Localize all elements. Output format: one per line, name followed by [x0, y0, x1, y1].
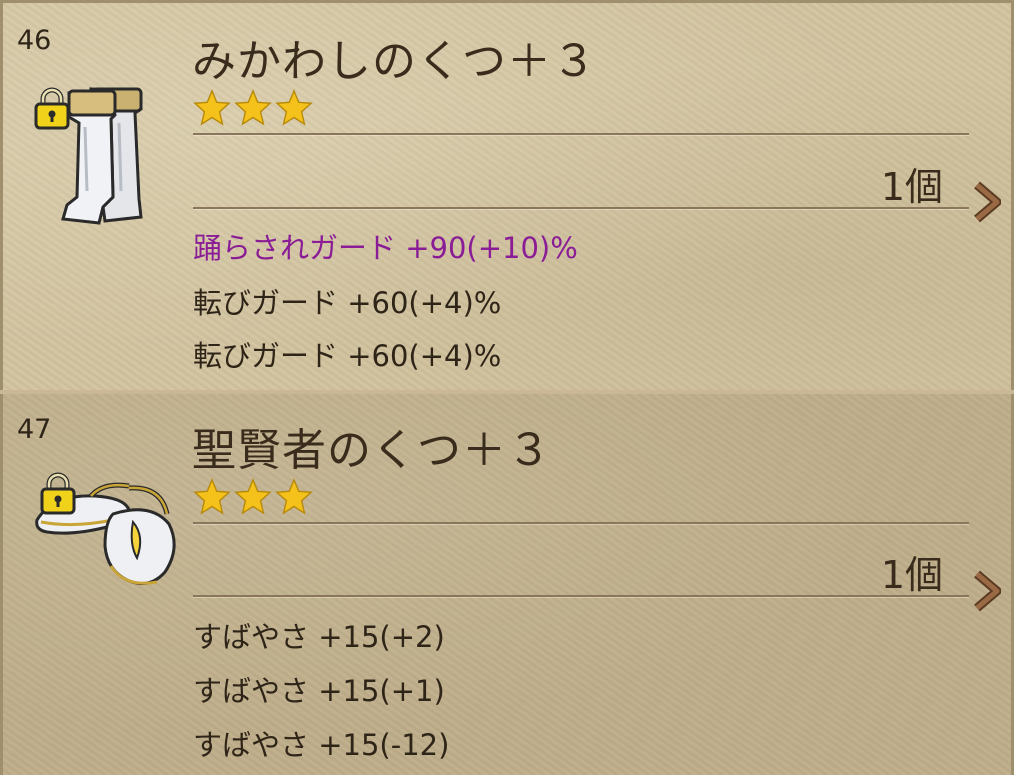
item-stat: 転びガード +60(+4)% [193, 339, 502, 373]
star-icon [275, 89, 313, 126]
star-icon [193, 478, 231, 515]
item-name: みかわしのくつ＋３ [192, 36, 597, 87]
item-stat: 転びガード +60(+4)% [193, 286, 502, 320]
item-quantity: 1個 [880, 165, 943, 209]
item-quantity: 1個 [880, 553, 943, 597]
divider [193, 133, 969, 135]
chevron-right-icon[interactable] [971, 570, 1001, 612]
list-item[interactable]: 46 みかわしのくつ＋３ 1個 踊らされガード +90(+10)% 転びガード … [0, 0, 1014, 390]
star-icon [275, 478, 313, 515]
chevron-right-icon[interactable] [971, 181, 1001, 223]
lock-icon [40, 472, 76, 515]
star-rating [193, 89, 313, 129]
item-icon [33, 79, 153, 229]
item-stat: 踊らされガード +90(+10)% [193, 231, 578, 265]
lock-icon [34, 87, 70, 130]
star-icon [234, 478, 272, 515]
item-list: 46 みかわしのくつ＋３ 1個 踊らされガード +90(+10)% 転びガード … [0, 0, 1014, 775]
item-name: 聖賢者のくつ＋３ [192, 425, 552, 476]
item-icon [33, 466, 183, 596]
divider [193, 522, 969, 524]
divider [193, 595, 969, 597]
item-stat: すばやさ +15(-12) [193, 728, 450, 762]
star-icon [234, 89, 272, 126]
star-icon [193, 89, 231, 126]
item-number: 46 [17, 25, 52, 56]
divider [193, 207, 969, 209]
star-rating [193, 478, 313, 518]
list-item[interactable]: 47 聖賢者のくつ＋３ 1個 すばやさ +15(+2) すばやさ +15(+1)… [0, 394, 1014, 775]
item-number: 47 [17, 414, 52, 445]
item-stat: すばやさ +15(+1) [193, 674, 445, 708]
item-stat: すばやさ +15(+2) [193, 620, 445, 654]
